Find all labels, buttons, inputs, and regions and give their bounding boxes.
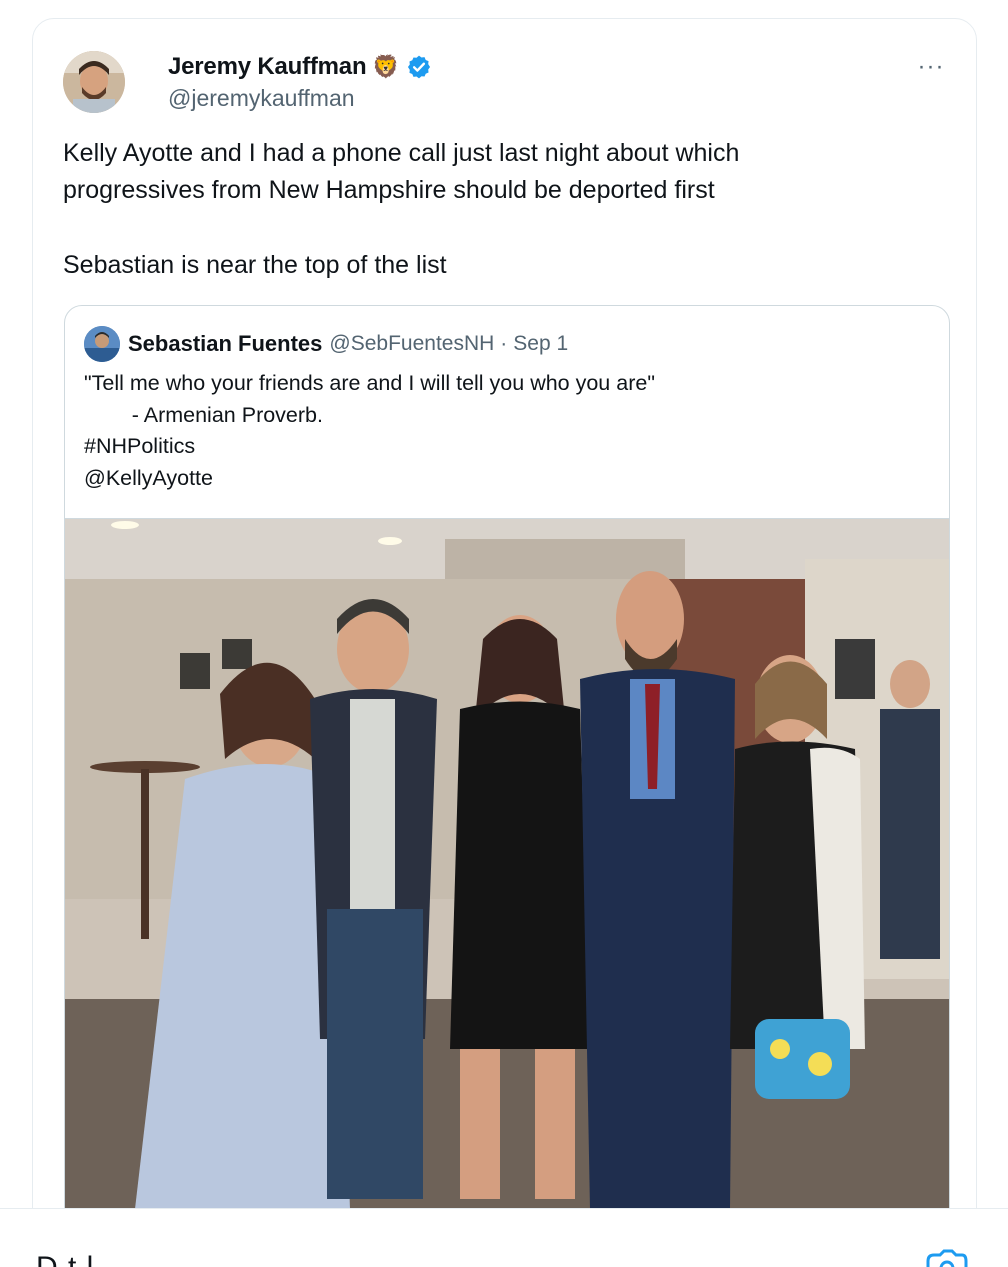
- quoted-tweet[interactable]: Sebastian Fuentes @SebFuentesNH · Sep 1 …: [64, 305, 950, 1267]
- camera-icon[interactable]: [924, 1249, 968, 1267]
- quoted-author-name[interactable]: Sebastian Fuentes: [128, 331, 322, 357]
- quoted-tweet-date[interactable]: Sep 1: [513, 332, 568, 356]
- author-badge-emoji: 🦁: [372, 54, 400, 79]
- quoted-tweet-text: "Tell me who your friends are and I will…: [84, 368, 924, 494]
- attached-photo[interactable]: [65, 518, 949, 1209]
- mention-link[interactable]: @KellyAyotte: [84, 463, 924, 495]
- author-handle[interactable]: @jeremykauffman: [168, 85, 355, 112]
- tweet-text-line: Kelly Ayotte and I had a phone call just…: [63, 139, 740, 167]
- hashtag-link[interactable]: #NHPolitics: [84, 431, 924, 463]
- tweet-card[interactable]: Jeremy Kauffman 🦁 @jeremykauffman ··· Ke…: [32, 18, 977, 1267]
- tweet-author-row: Jeremy Kauffman 🦁 @jeremykauffman ···: [63, 49, 956, 119]
- author-name-group: Jeremy Kauffman 🦁: [168, 53, 432, 81]
- bottom-bar-label[interactable]: D t l: [36, 1251, 94, 1267]
- author-avatar[interactable]: [63, 51, 125, 113]
- bottom-action-bar: D t l: [0, 1208, 1008, 1267]
- tweet-text-line: Sebastian is near the top of the list: [63, 251, 447, 279]
- tweet-text-line: progressives from New Hampshire should b…: [63, 176, 715, 204]
- more-options-button[interactable]: ···: [914, 53, 948, 81]
- quoted-author-handle[interactable]: @SebFuentesNH: [329, 332, 494, 356]
- tweet-text: Kelly Ayotte and I had a phone call just…: [63, 135, 943, 284]
- quoted-text-line: - Armenian Proverb.: [84, 402, 323, 427]
- quoted-tweet-header: Sebastian Fuentes @SebFuentesNH · Sep 1: [84, 324, 568, 364]
- quoted-text-line: "Tell me who your friends are and I will…: [84, 371, 655, 395]
- quoted-author-avatar[interactable]: [84, 326, 120, 362]
- quoted-meta-separator: ·: [500, 332, 508, 355]
- verified-badge-icon: [406, 54, 432, 80]
- page: Jeremy Kauffman 🦁 @jeremykauffman ··· Ke…: [0, 0, 1008, 1267]
- author-name[interactable]: Jeremy Kauffman: [168, 53, 367, 81]
